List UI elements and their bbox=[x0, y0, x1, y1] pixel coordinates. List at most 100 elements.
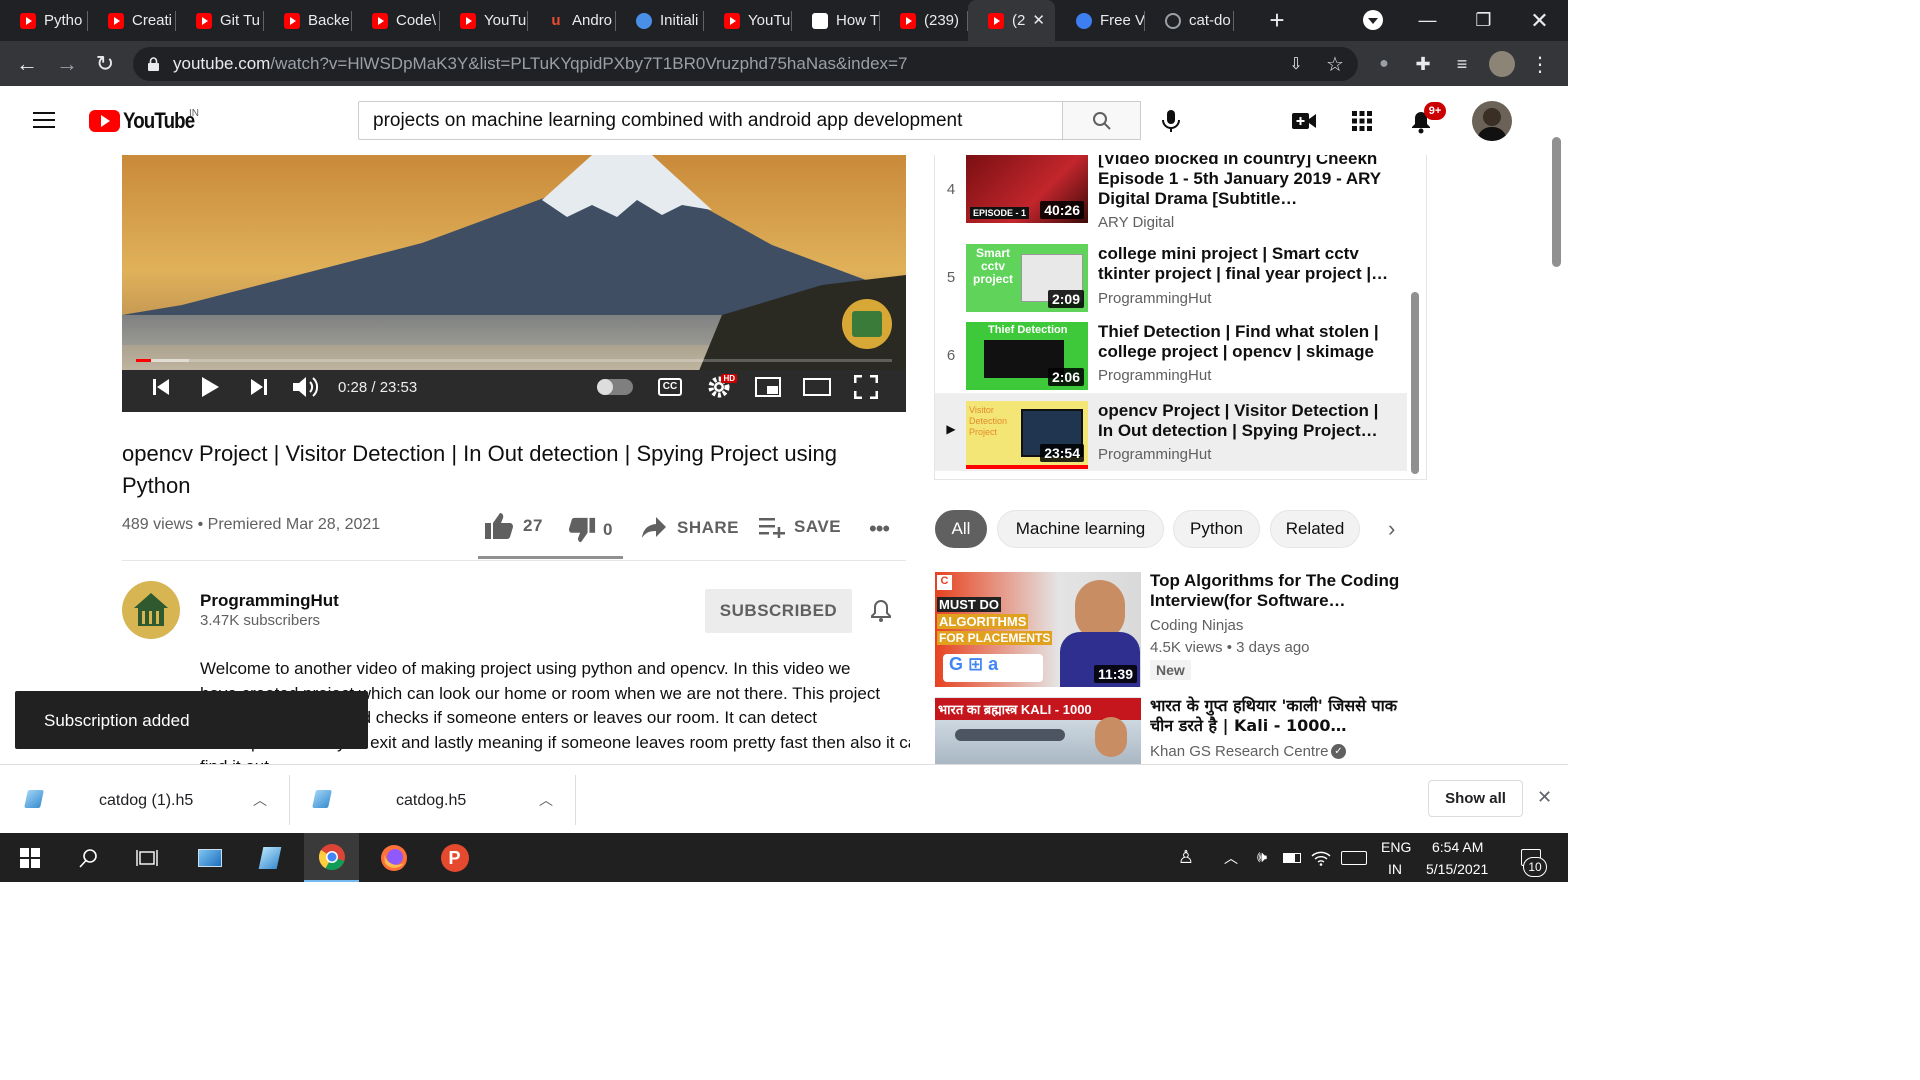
download-item[interactable]: catdog (1).h5 ︿ bbox=[0, 765, 288, 833]
browser-tab[interactable]: (2 ✕ bbox=[968, 0, 1055, 41]
close-window-button[interactable]: ✕ bbox=[1512, 0, 1567, 41]
chevron-right-icon[interactable]: › bbox=[1388, 516, 1395, 542]
share-button[interactable]: SHARE bbox=[641, 516, 739, 540]
channel-avatar[interactable] bbox=[122, 581, 180, 639]
back-icon[interactable]: ← bbox=[12, 49, 42, 79]
volume-icon[interactable] bbox=[292, 375, 320, 399]
like-button[interactable]: 27 bbox=[484, 512, 543, 540]
autoplay-toggle[interactable] bbox=[597, 379, 633, 395]
browser-tab[interactable]: YouTu bbox=[440, 0, 528, 41]
playlist-scrollbar[interactable] bbox=[1411, 292, 1419, 474]
search-button[interactable] bbox=[1062, 101, 1141, 140]
browser-tab[interactable]: Code\ bbox=[352, 0, 440, 41]
download-item[interactable]: catdog.h5 ︿ bbox=[290, 765, 575, 833]
chrome-icon[interactable] bbox=[304, 833, 359, 882]
notification-bell-icon[interactable] bbox=[870, 599, 892, 623]
star-icon[interactable]: ☆ bbox=[1320, 49, 1350, 79]
chevron-up-icon[interactable]: ︿ bbox=[253, 790, 267, 810]
video-player[interactable] bbox=[122, 155, 906, 412]
media-icon[interactable]: ≡ bbox=[1447, 49, 1477, 79]
play-icon[interactable] bbox=[198, 375, 222, 399]
recommendation-title[interactable]: भारत के गुप्त हथियार 'काली' जिससे पाक ची… bbox=[1150, 696, 1412, 736]
playlist-item-current[interactable]: ▶ Visitor Detection Project 23:54 opencv… bbox=[935, 393, 1407, 471]
account-avatar[interactable] bbox=[1472, 101, 1512, 141]
language-top[interactable]: ENG bbox=[1381, 839, 1411, 855]
channel-watermark[interactable] bbox=[842, 299, 892, 349]
page-scrollbar[interactable] bbox=[1552, 137, 1561, 267]
next-icon[interactable] bbox=[248, 376, 270, 398]
new-tab-button[interactable]: + bbox=[1262, 5, 1292, 35]
fullscreen-icon[interactable] bbox=[852, 375, 880, 399]
chip-all[interactable]: All bbox=[935, 510, 987, 548]
minimize-button[interactable]: — bbox=[1400, 0, 1455, 41]
browser-tab[interactable]: Free V bbox=[1056, 0, 1145, 41]
playlist-item[interactable]: 6 Thief Detection 2:06 Thief Detection |… bbox=[935, 321, 1407, 397]
hamburger-icon[interactable] bbox=[33, 112, 55, 130]
chip-related[interactable]: Related bbox=[1270, 510, 1360, 548]
apps-grid-icon[interactable] bbox=[1352, 111, 1372, 131]
people-icon[interactable]: ♙ bbox=[1160, 833, 1212, 882]
create-video-icon[interactable] bbox=[1292, 112, 1316, 130]
search-icon[interactable] bbox=[61, 833, 116, 882]
browser-tab[interactable]: YouTu bbox=[704, 0, 792, 41]
captions-icon[interactable]: CC bbox=[657, 376, 683, 398]
browser-tab[interactable]: u Andro bbox=[528, 0, 616, 41]
browser-tab[interactable]: Pytho bbox=[0, 0, 88, 41]
task-view-icon[interactable] bbox=[119, 833, 174, 882]
pc-app-icon[interactable] bbox=[182, 833, 237, 882]
playlist-item[interactable]: 4 EPISODE - 1 40:26 [Video blocked in co… bbox=[935, 155, 1407, 231]
recommendation-thumbnail[interactable]: भारत का ब्रह्मास्त्र KALI - 1000 bbox=[935, 697, 1141, 764]
clock-date[interactable]: 5/15/2021 bbox=[1426, 861, 1488, 877]
save-label: SAVE bbox=[794, 517, 842, 536]
tray-chevron-icon[interactable]: ︿ bbox=[1214, 833, 1248, 882]
microphone-icon[interactable] bbox=[1160, 109, 1182, 133]
firefox-icon[interactable] bbox=[366, 833, 421, 882]
menu-kebab-icon[interactable]: ⋮ bbox=[1525, 49, 1555, 79]
settings-gear-icon[interactable]: HD bbox=[705, 374, 737, 400]
browser-tab[interactable]: (239) bbox=[880, 0, 968, 41]
search-input[interactable]: projects on machine learning combined wi… bbox=[358, 101, 1063, 140]
browser-tab[interactable]: How T bbox=[792, 0, 880, 41]
psiphon-icon[interactable]: P bbox=[427, 833, 482, 882]
more-actions-icon[interactable]: ••• bbox=[869, 516, 890, 542]
battery-icon[interactable] bbox=[1278, 833, 1306, 882]
extension-icon[interactable]: ● bbox=[1369, 49, 1399, 79]
tab-close-icon[interactable]: ✕ bbox=[1032, 11, 1045, 29]
subscribed-button[interactable]: SUBSCRIBED bbox=[705, 589, 852, 633]
tab-search-button[interactable] bbox=[1358, 5, 1388, 35]
progress-track[interactable] bbox=[136, 359, 892, 362]
volume-tray-icon[interactable]: 🕪 bbox=[1248, 833, 1276, 882]
chevron-up-icon[interactable]: ︿ bbox=[539, 790, 553, 810]
language-bottom[interactable]: IN bbox=[1388, 861, 1402, 877]
chip-python[interactable]: Python bbox=[1173, 510, 1260, 548]
browser-tab[interactable]: Backe bbox=[264, 0, 352, 41]
browser-tab[interactable]: Git Tu bbox=[176, 0, 264, 41]
theater-mode-icon[interactable] bbox=[803, 375, 831, 399]
profile-avatar[interactable] bbox=[1489, 51, 1515, 77]
file-app-icon[interactable] bbox=[242, 833, 297, 882]
restore-button[interactable]: ❐ bbox=[1456, 0, 1511, 41]
dislike-button[interactable]: 0 bbox=[568, 516, 613, 544]
previous-icon[interactable] bbox=[150, 376, 172, 398]
miniplayer-icon[interactable] bbox=[754, 375, 782, 399]
install-icon[interactable]: ⇩ bbox=[1281, 49, 1311, 79]
save-button[interactable]: SAVE bbox=[759, 516, 841, 538]
reload-icon[interactable]: ↻ bbox=[90, 49, 120, 79]
clock-time[interactable]: 6:54 AM bbox=[1432, 839, 1483, 855]
forward-icon[interactable]: → bbox=[52, 49, 82, 79]
channel-name[interactable]: ProgrammingHut bbox=[200, 591, 339, 611]
playlist-item[interactable]: 5 Smart cctv project 2:09 college mini p… bbox=[935, 243, 1407, 319]
puzzle-icon[interactable]: ✚ bbox=[1408, 49, 1438, 79]
windows-start-icon[interactable] bbox=[2, 833, 57, 882]
browser-tab[interactable]: cat-do bbox=[1145, 0, 1234, 41]
keyboard-icon[interactable] bbox=[1338, 833, 1370, 882]
recommendation-title[interactable]: Top Algorithms for The Coding Interview(… bbox=[1150, 571, 1412, 611]
wifi-icon[interactable] bbox=[1307, 833, 1335, 882]
browser-tab[interactable]: Creati bbox=[88, 0, 176, 41]
recommendation-thumbnail[interactable]: C MUST DO ALGORITHMS FOR PLACEMENTS G ⊞ … bbox=[935, 572, 1141, 687]
playlist-item-title: college mini project | Smart cctv tkinte… bbox=[1098, 244, 1389, 283]
close-downloads-icon[interactable]: ✕ bbox=[1537, 787, 1552, 808]
browser-tab[interactable]: Initiali bbox=[616, 0, 704, 41]
chip-machine-learning[interactable]: Machine learning bbox=[997, 510, 1164, 548]
show-all-button[interactable]: Show all bbox=[1428, 780, 1523, 817]
